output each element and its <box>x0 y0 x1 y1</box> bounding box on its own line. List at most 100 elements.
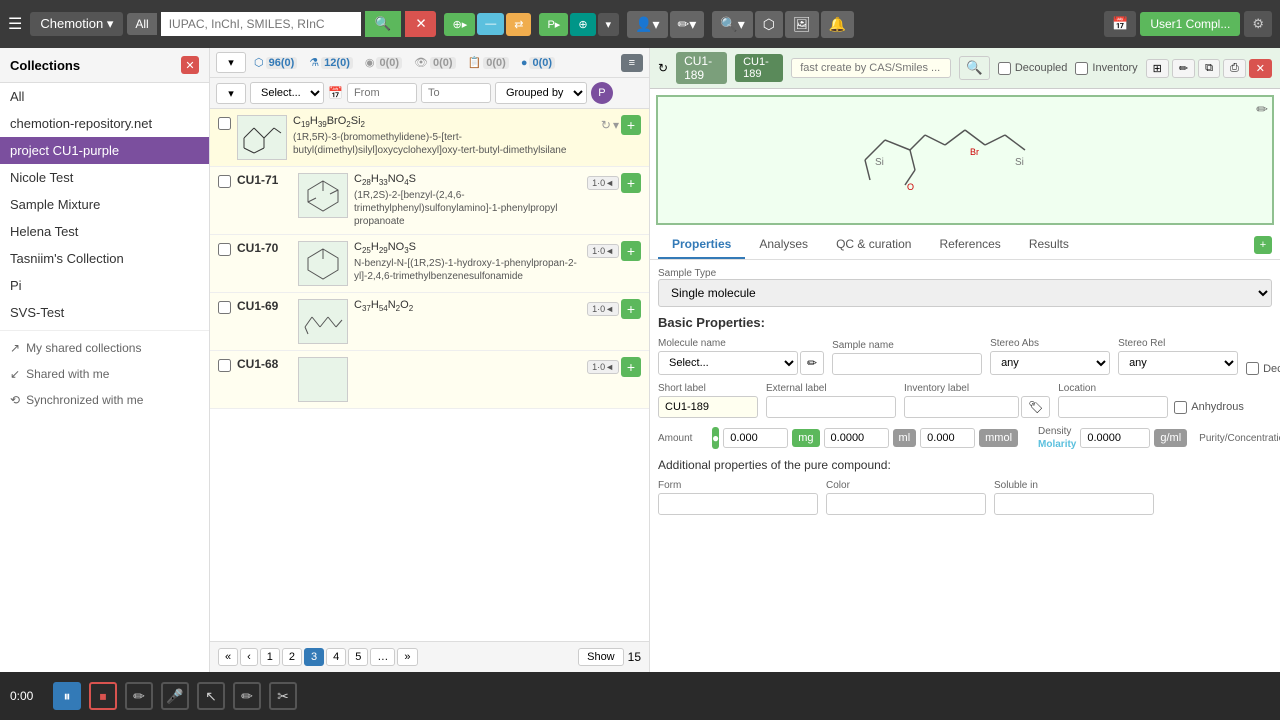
sample-checkbox[interactable] <box>218 301 231 314</box>
page-1-button[interactable]: 1 <box>260 648 280 666</box>
amount-toggle-button[interactable]: ● <box>712 427 719 449</box>
sidebar-synchronized[interactable]: ⟲ Synchronized with me <box>0 387 209 413</box>
soluble-input[interactable] <box>994 493 1154 515</box>
sample-checkbox[interactable] <box>218 243 231 256</box>
menu-icon[interactable]: ☰ <box>8 14 22 34</box>
search-type-button[interactable]: All <box>127 13 156 35</box>
decoupled-checkbox[interactable] <box>998 62 1011 75</box>
user-filter-button[interactable]: P <box>591 82 613 104</box>
density-unit-button[interactable]: g/ml <box>1154 429 1187 447</box>
show-button[interactable]: Show <box>578 648 624 666</box>
detail-grid-button[interactable]: ⊞ <box>1146 59 1169 78</box>
expand-button[interactable]: ▾ <box>613 118 619 132</box>
location-input[interactable] <box>1058 396 1168 418</box>
amount-mg-button[interactable]: mg <box>792 429 819 447</box>
tab-qc-curation[interactable]: QC & curation <box>822 231 925 259</box>
tab-results[interactable]: Results <box>1015 231 1083 259</box>
zoom-button[interactable]: 🔍▾ <box>712 11 752 38</box>
amount-ml-button[interactable]: ml <box>893 429 917 447</box>
action-dropdown-button[interactable]: ▾ <box>598 13 620 36</box>
detail-share-button[interactable]: ⎙ <box>1223 59 1246 78</box>
user-profile-button[interactable]: User1 Compl... <box>1140 12 1240 36</box>
sidebar-shared-with-me[interactable]: ↙ Shared with me <box>0 361 209 387</box>
sample-checkbox[interactable] <box>218 359 231 372</box>
sidebar-my-shared-collections[interactable]: ↗ My shared collections <box>0 335 209 361</box>
sidebar-item-project-cu1[interactable]: project CU1-purple <box>0 137 209 164</box>
amount-value-input[interactable] <box>723 428 788 448</box>
anhydrous-checkbox[interactable] <box>1174 401 1187 414</box>
highlight-button[interactable]: ✂ <box>269 682 297 710</box>
draw-button[interactable]: ✏ <box>233 682 261 710</box>
mic-button[interactable]: 🎤 <box>161 682 189 710</box>
sidebar-item-helena[interactable]: Helena Test <box>0 218 209 245</box>
sidebar-item-chemotion[interactable]: chemotion-repository.net <box>0 110 209 137</box>
structure-button[interactable]: ⬡ <box>755 11 783 38</box>
filter-select[interactable]: Select... <box>250 82 324 104</box>
detail-search-button[interactable]: 🔍 <box>959 56 990 80</box>
date-to-input[interactable] <box>421 83 491 103</box>
molecule-edit-button[interactable]: ✏ <box>1256 101 1268 118</box>
detail-search-input[interactable] <box>791 58 951 78</box>
collections-close-button[interactable]: ✕ <box>181 56 199 74</box>
user-group-button[interactable]: 👤▾ <box>627 11 667 38</box>
add-sample-button[interactable]: + <box>621 173 641 193</box>
search-submit-button[interactable]: 🔍 <box>365 11 402 37</box>
sidebar-item-all[interactable]: All <box>0 83 209 110</box>
sample-checkbox[interactable] <box>218 117 231 130</box>
stat-item4[interactable]: 👁 0(0) <box>410 54 460 71</box>
list-item[interactable]: CU1-71 C28H33NO4S (1R,2S)-2-[benzyl-(2,4… <box>210 167 649 235</box>
pause-button[interactable]: ⏸ <box>53 682 81 710</box>
tab-properties[interactable]: Properties <box>658 231 745 259</box>
action-teal-button[interactable]: ⊕ <box>570 13 595 36</box>
molecule-name-select[interactable]: Select... <box>658 351 798 375</box>
grouped-by-select[interactable]: Grouped by <box>495 82 587 104</box>
list-item[interactable]: CU1-70 C25H29NO3S N-benzyl-N-[(1R,2S)-1-… <box>210 235 649 293</box>
page-4-button[interactable]: 4 <box>326 648 346 666</box>
stat-samples[interactable]: ⬡ 96(0) <box>250 54 301 71</box>
amount-mmol-input[interactable] <box>920 428 975 448</box>
rotate-button[interactable]: ↻ <box>601 118 611 132</box>
action-green-button[interactable]: P▸ <box>539 13 568 36</box>
detail-copy-button[interactable]: ⧉ <box>1198 59 1220 78</box>
inventory-tag-button[interactable]: 🏷 <box>1021 396 1050 418</box>
page-prev-button[interactable]: ‹ <box>240 648 258 666</box>
stat-item3[interactable]: ◉ 0(0) <box>361 54 406 71</box>
annotate-button[interactable]: ✏ <box>125 682 153 710</box>
brand-button[interactable]: Chemotion ▾ <box>30 12 123 36</box>
sidebar-item-sample-mixture[interactable]: Sample Mixture <box>0 191 209 218</box>
stereo-abs-select[interactable]: any <box>990 351 1110 375</box>
page-first-button[interactable]: « <box>218 648 238 666</box>
tab-analyses[interactable]: Analyses <box>745 231 822 259</box>
sidebar-item-nicole[interactable]: Nicole Test <box>0 164 209 191</box>
detail-delete-button[interactable]: ✕ <box>1249 59 1272 78</box>
create-sample-button[interactable]: ⊕▸ <box>444 13 475 36</box>
short-label-input[interactable] <box>658 396 758 418</box>
search-clear-button[interactable]: ✕ <box>405 11 436 37</box>
settings-button[interactable]: ⚙ <box>1244 11 1272 37</box>
sample-checkbox[interactable] <box>218 175 231 188</box>
tab-references[interactable]: References <box>925 231 1014 259</box>
add-sample-button[interactable]: + <box>621 241 641 261</box>
list-item[interactable]: CU1-68 1·0◄ + <box>210 351 649 409</box>
filter-dropdown-button[interactable]: ▾ <box>216 83 246 104</box>
decoupled-check[interactable] <box>1246 362 1259 375</box>
bell-button[interactable]: 🔔 <box>821 11 854 38</box>
page-3-button[interactable]: 3 <box>304 648 324 666</box>
list-dropdown-button[interactable]: ▾ <box>216 52 246 73</box>
amount-ml-input[interactable] <box>824 428 889 448</box>
tab-add-button[interactable]: + <box>1254 236 1272 254</box>
image-button[interactable]: 🖼 <box>785 11 819 38</box>
sample-name-input[interactable] <box>832 353 982 375</box>
page-last-button[interactable]: » <box>397 648 417 666</box>
stereo-rel-select[interactable]: any <box>1118 351 1238 375</box>
create-blue-button[interactable]: — <box>477 13 504 35</box>
page-2-button[interactable]: 2 <box>282 648 302 666</box>
detail-edit-button[interactable]: ✏ <box>1172 59 1195 78</box>
pointer-button[interactable]: ↖ <box>197 682 225 710</box>
main-search-input[interactable] <box>161 12 361 36</box>
external-label-input[interactable] <box>766 396 896 418</box>
stat-item6[interactable]: ● 0(0) <box>517 55 559 71</box>
stop-button[interactable]: ⏹ <box>89 682 117 710</box>
edit-button[interactable]: ✏▾ <box>670 11 705 38</box>
page-5-button[interactable]: 5 <box>348 648 368 666</box>
